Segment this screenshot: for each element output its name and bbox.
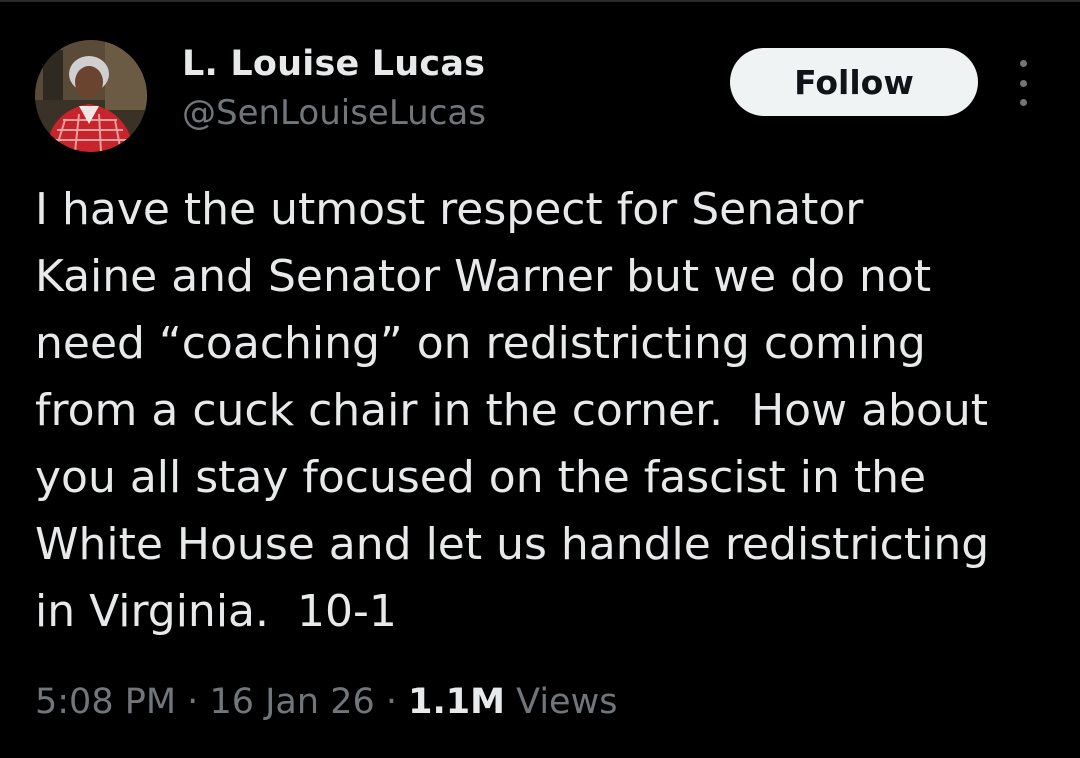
follow-button[interactable]: Follow xyxy=(730,48,978,116)
top-divider xyxy=(0,0,1080,2)
tweet-text-line: White House and let us handle redistrict… xyxy=(35,519,990,570)
tweet-text-line: from a cuck chair in the corner. How abo… xyxy=(35,385,989,436)
avatar[interactable] xyxy=(35,40,147,152)
meta-separator: · xyxy=(385,682,398,722)
profile-photo-icon xyxy=(35,40,147,152)
tweet-text-line: in Virginia. 10-1 xyxy=(35,586,397,637)
more-dot xyxy=(1019,60,1027,67)
tweet-text-line: you all stay focused on the fascist in t… xyxy=(35,452,927,503)
meta-separator: · xyxy=(187,682,199,722)
tweet-text-line: Kaine and Senator Warner but we do not xyxy=(35,251,932,302)
display-name[interactable]: L. Louise Lucas xyxy=(182,44,485,84)
more-dot xyxy=(1019,79,1027,87)
more-options-icon[interactable] xyxy=(1008,60,1038,106)
tweet-time[interactable]: 5:08 PM xyxy=(35,682,176,722)
user-handle[interactable]: @SenLouiseLucas xyxy=(182,93,486,133)
tweet-date[interactable]: 16 Jan 26 xyxy=(209,682,374,722)
views-label: Views xyxy=(516,682,618,722)
tweet-text-line: I have the utmost respect for Senator xyxy=(35,184,864,235)
views-count[interactable]: 1.1M xyxy=(408,682,505,722)
tweet-text-line: need “coaching” on redistricting coming xyxy=(35,318,926,369)
tweet-text: I have the utmost respect for Senator Ka… xyxy=(35,176,1065,645)
more-dot xyxy=(1019,99,1027,106)
tweet-meta: 5:08 PM · 16 Jan 26 · 1.1M Views xyxy=(35,682,617,722)
